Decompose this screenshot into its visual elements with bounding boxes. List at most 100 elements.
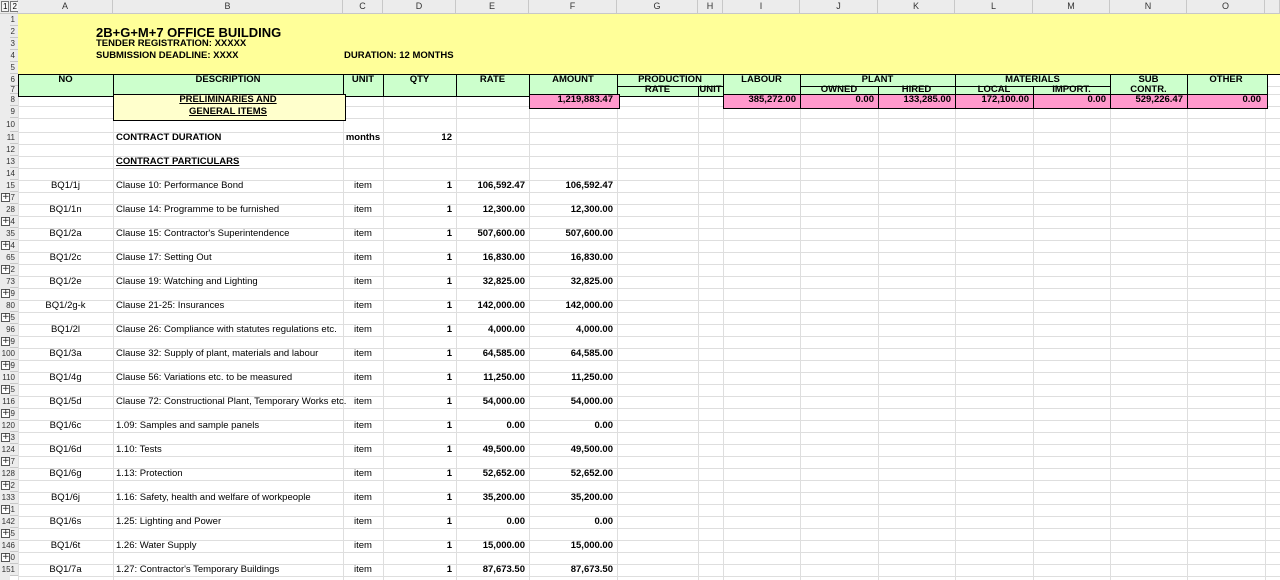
row-header[interactable]: 128	[2, 468, 18, 480]
item-amount[interactable]: 64,585.00	[529, 348, 617, 360]
row-header[interactable]: 146	[2, 540, 18, 552]
item-unit[interactable]: item	[343, 372, 383, 384]
item-qty[interactable]: 1	[383, 564, 456, 576]
row-header[interactable]: 2	[10, 26, 18, 38]
row-header[interactable]: 151	[2, 564, 18, 576]
item-amount[interactable]: 11,250.00	[529, 372, 617, 384]
item-no[interactable]: BQ1/5d	[18, 396, 113, 408]
row-header[interactable]: 65	[6, 252, 18, 264]
item-unit[interactable]: item	[343, 564, 383, 576]
item-description[interactable]: 1.09: Samples and sample panels	[113, 420, 343, 432]
spreadsheet[interactable]: 2B+G+M+7 OFFICE BUILDING TENDER REGISTRAT…	[0, 0, 1280, 580]
item-description[interactable]: Clause 26: Compliance with statutes regu…	[113, 324, 343, 336]
item-description[interactable]: Clause 32: Supply of plant, materials an…	[113, 348, 343, 360]
row-header[interactable]: 95	[6, 312, 18, 324]
row-header[interactable]: 115	[2, 384, 18, 396]
item-no[interactable]: BQ1/2a	[18, 228, 113, 240]
item-amount[interactable]: 52,652.00	[529, 468, 617, 480]
row-header[interactable]: 120	[2, 420, 18, 432]
item-description[interactable]: 1.25: Lighting and Power	[113, 516, 343, 528]
item-description[interactable]: 1.16: Safety, health and welfare of work…	[113, 492, 343, 504]
item-no[interactable]: BQ1/1j	[18, 180, 113, 192]
item-rate[interactable]: 49,500.00	[456, 444, 529, 456]
item-rate[interactable]: 54,000.00	[456, 396, 529, 408]
row-header[interactable]: 123	[2, 432, 18, 444]
item-description[interactable]: Clause 15: Contractor's Superintendence	[113, 228, 343, 240]
item-qty[interactable]: 1	[383, 252, 456, 264]
item-no[interactable]: BQ1/6d	[18, 444, 113, 456]
item-amount[interactable]: 15,000.00	[529, 540, 617, 552]
item-qty[interactable]: 1	[383, 204, 456, 216]
row-header[interactable]: 79	[6, 288, 18, 300]
item-qty[interactable]: 1	[383, 300, 456, 312]
row-header[interactable]: 5	[10, 62, 18, 74]
contract-duration-label[interactable]: CONTRACT DURATION	[113, 132, 343, 144]
row-header[interactable]: 145	[2, 528, 18, 540]
column-header-l[interactable]: L	[955, 0, 1033, 14]
row-header[interactable]: 142	[2, 516, 18, 528]
item-description[interactable]: 1.10: Tests	[113, 444, 343, 456]
item-amount[interactable]: 32,825.00	[529, 276, 617, 288]
item-amount[interactable]: 49,500.00	[529, 444, 617, 456]
row-header[interactable]: 4	[10, 50, 18, 62]
item-qty[interactable]: 1	[383, 324, 456, 336]
column-header-k[interactable]: K	[878, 0, 955, 14]
item-description[interactable]: 1.26: Water Supply	[113, 540, 343, 552]
item-qty[interactable]: 1	[383, 468, 456, 480]
item-unit[interactable]: item	[343, 324, 383, 336]
item-qty[interactable]: 1	[383, 492, 456, 504]
expand-group-plus-icon[interactable]: +	[1, 433, 10, 442]
item-no[interactable]: BQ1/6j	[18, 492, 113, 504]
item-rate[interactable]: 0.00	[456, 516, 529, 528]
item-rate[interactable]: 0.00	[456, 420, 529, 432]
outline-level-button-1[interactable]: 1	[1, 1, 10, 12]
item-qty[interactable]: 1	[383, 540, 456, 552]
item-unit[interactable]: item	[343, 180, 383, 192]
row-header[interactable]: 8	[10, 94, 18, 106]
item-rate[interactable]: 52,652.00	[456, 468, 529, 480]
prelim-sub-value[interactable]: 529,226.47	[1110, 94, 1187, 106]
row-header[interactable]: 1	[10, 14, 18, 26]
item-unit[interactable]: item	[343, 516, 383, 528]
column-header-f[interactable]: F	[529, 0, 617, 14]
item-unit[interactable]: item	[343, 300, 383, 312]
item-qty[interactable]: 1	[383, 180, 456, 192]
item-no[interactable]: BQ1/2l	[18, 324, 113, 336]
item-rate[interactable]: 507,600.00	[456, 228, 529, 240]
column-header-m[interactable]: M	[1033, 0, 1110, 14]
item-rate[interactable]: 64,585.00	[456, 348, 529, 360]
item-description[interactable]: 1.27: Contractor's Temporary Buildings	[113, 564, 343, 576]
row-header[interactable]: 116	[2, 396, 18, 408]
item-unit[interactable]: item	[343, 444, 383, 456]
item-qty[interactable]: 1	[383, 444, 456, 456]
column-header-e[interactable]: E	[456, 0, 529, 14]
row-header[interactable]: 133	[2, 492, 18, 504]
column-header-h[interactable]: H	[698, 0, 723, 14]
item-rate[interactable]: 32,825.00	[456, 276, 529, 288]
item-qty[interactable]: 1	[383, 396, 456, 408]
column-header-c[interactable]: C	[343, 0, 383, 14]
prelim-amount-value[interactable]: 1,219,883.47	[529, 94, 617, 106]
column-header-b[interactable]: B	[113, 0, 343, 14]
item-amount[interactable]: 54,000.00	[529, 396, 617, 408]
item-description[interactable]: Clause 19: Watching and Lighting	[113, 276, 343, 288]
row-header[interactable]: 100	[2, 348, 18, 360]
row-header[interactable]: 150	[2, 552, 18, 564]
item-description[interactable]: Clause 14: Programme to be furnished	[113, 204, 343, 216]
column-header-n[interactable]: N	[1110, 0, 1187, 14]
expand-group-plus-icon[interactable]: +	[1, 337, 10, 346]
row-header[interactable]: 34	[6, 216, 18, 228]
item-qty[interactable]: 1	[383, 372, 456, 384]
row-header[interactable]: 141	[2, 504, 18, 516]
item-rate[interactable]: 142,000.00	[456, 300, 529, 312]
item-unit[interactable]: item	[343, 468, 383, 480]
item-no[interactable]: BQ1/2g-k	[18, 300, 113, 312]
item-qty[interactable]: 1	[383, 348, 456, 360]
item-unit[interactable]: item	[343, 396, 383, 408]
item-rate[interactable]: 11,250.00	[456, 372, 529, 384]
item-qty[interactable]: 1	[383, 516, 456, 528]
row-header[interactable]: 35	[6, 228, 18, 240]
prelim-other-value[interactable]: 0.00	[1187, 94, 1265, 106]
item-no[interactable]: BQ1/6t	[18, 540, 113, 552]
contract-duration-unit[interactable]: months	[343, 132, 383, 144]
